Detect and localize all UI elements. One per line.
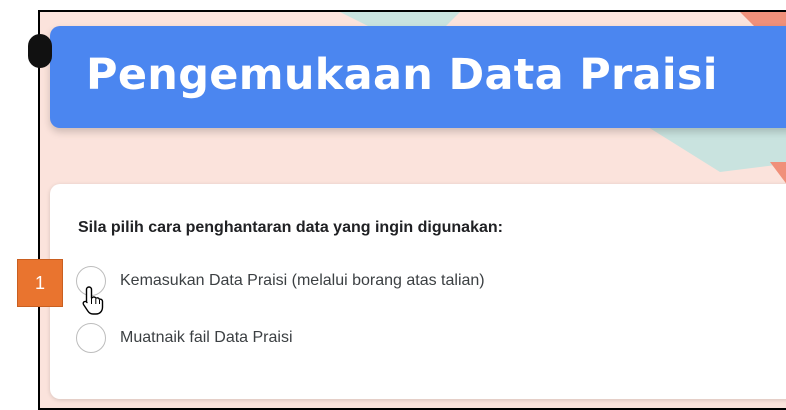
question-card: Sila pilih cara penghantaran data yang i…: [50, 184, 786, 399]
step-badge: 1: [17, 259, 63, 307]
decor-teal-shape-right: [640, 122, 786, 172]
form-frame: Pengemukaan Data Praisi Sila pilih cara …: [38, 10, 786, 410]
option-upload-file[interactable]: Muatnaik fail Data Praisi: [76, 321, 293, 355]
page-title: Pengemukaan Data Praisi: [86, 50, 718, 100]
question-text: Sila pilih cara penghantaran data yang i…: [78, 219, 503, 236]
option-online-form[interactable]: Kemasukan Data Praisi (melalui borang at…: [76, 264, 485, 298]
hand-pointer-icon: [82, 286, 104, 315]
black-tab-marker: [28, 34, 52, 68]
radio-upload-file[interactable]: [76, 323, 106, 353]
option-online-form-label: Kemasukan Data Praisi (melalui borang at…: [120, 272, 485, 289]
option-upload-file-label: Muatnaik fail Data Praisi: [120, 329, 293, 346]
form-header: Pengemukaan Data Praisi: [50, 26, 786, 128]
